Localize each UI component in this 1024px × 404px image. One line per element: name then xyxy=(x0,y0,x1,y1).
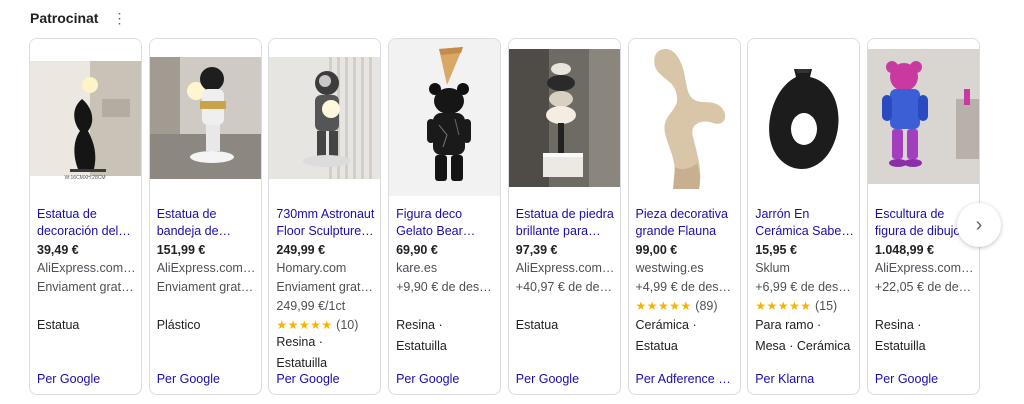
product-info: Figura deco Gelato Bear… 69,90 € kare.es… xyxy=(396,206,495,297)
product-attribute: Resina · xyxy=(276,335,323,349)
product-price: 69,90 € xyxy=(396,243,438,257)
product-attributes: Cerámica · Estatua xyxy=(636,315,735,357)
provider-link[interactable]: Per Google xyxy=(516,372,615,386)
product-info: Estatua de decoración del… 39,49 € AliEx… xyxy=(37,206,136,297)
product-name[interactable]: Figura deco Gelato Bear… xyxy=(396,206,495,240)
product-info: 730mm Astronaut Floor Sculpture… 249,99 … xyxy=(276,206,375,335)
product-attribute: Para ramo · xyxy=(755,318,822,332)
product-image[interactable] xyxy=(867,39,979,196)
product-shipping: +9,90 € de des… xyxy=(396,280,492,294)
product-store: AliExpress.com… xyxy=(156,261,256,275)
image-caption: W:16CMXH:28CM xyxy=(64,175,105,181)
review-count: (15) xyxy=(814,299,838,313)
product-rating: ★★★★★ (15) xyxy=(755,297,854,316)
product-attribute: Resina · xyxy=(874,318,922,332)
product-shipping: +4,99 € de des… xyxy=(635,280,732,294)
review-count: (10) xyxy=(336,318,359,332)
product-attribute: Mesa · Cerámica xyxy=(755,339,851,353)
product-name[interactable]: Pieza decorativa grande Flauna xyxy=(636,206,735,240)
provider-link[interactable]: Per Google xyxy=(37,372,136,386)
product-shipping: +22,05 € de des… xyxy=(874,280,974,294)
product-card[interactable]: Figura deco Gelato Bear… 69,90 € kare.es… xyxy=(388,38,502,395)
product-attributes: Resina · Estatuilla xyxy=(396,315,495,357)
product-attribute: Resina · xyxy=(396,318,443,332)
product-name[interactable]: Jarrón En Cerámica Sabe… xyxy=(755,206,854,240)
product-card[interactable]: 730mm Astronaut Floor Sculpture… 249,99 … xyxy=(268,38,382,395)
provider-link[interactable]: Per Google xyxy=(875,372,974,386)
product-card[interactable]: W:16CMXH:28CM Estatua de decoración del…… xyxy=(29,38,142,395)
provider-link[interactable]: Per Google xyxy=(276,372,375,386)
product-info: Jarrón En Cerámica Sabe… 15,95 € Sklum +… xyxy=(755,206,854,316)
product-shipping: +40,97 € de des… xyxy=(515,280,615,294)
sponsored-header: Patrocinat ⋮ xyxy=(30,8,126,28)
product-card[interactable]: Jarrón En Cerámica Sabe… 15,95 € Sklum +… xyxy=(747,38,861,395)
product-price: 15,95 € xyxy=(755,243,797,257)
product-attribute: Estatua xyxy=(635,339,678,353)
product-attribute: Cerámica · xyxy=(635,318,697,332)
review-count: (89) xyxy=(695,299,718,313)
product-unit-price: 249,99 €/1ct xyxy=(276,299,346,313)
product-card[interactable]: Estatua de bandeja de… 151,99 € AliExpre… xyxy=(148,38,262,395)
product-attribute: Estatuilla xyxy=(276,356,328,370)
product-attributes: Plástico xyxy=(157,315,256,336)
provider-link[interactable]: Per Google xyxy=(157,372,256,386)
product-price: 39,49 € xyxy=(37,243,79,257)
star-rating-icon: ★★★★★ xyxy=(276,318,333,332)
product-store: Sklum xyxy=(755,261,790,275)
product-attribute: Estatuilla xyxy=(874,339,926,353)
product-attributes: Estatua xyxy=(516,315,615,336)
provider-link[interactable]: Per Adference … xyxy=(636,372,735,386)
product-attribute: Estatua xyxy=(515,318,559,332)
carousel-next-button[interactable]: › xyxy=(957,203,1001,247)
product-image[interactable] xyxy=(508,39,620,196)
star-rating-icon: ★★★★★ xyxy=(755,299,812,313)
product-image[interactable] xyxy=(149,39,261,196)
product-shipping: Enviament grat… xyxy=(156,280,254,294)
product-name[interactable]: Estatua de decoración del… xyxy=(37,206,136,240)
product-attributes: Resina · Estatuilla xyxy=(276,332,375,374)
product-image[interactable] xyxy=(628,39,740,196)
product-attribute: Estatua xyxy=(37,318,80,332)
product-image[interactable] xyxy=(748,39,860,196)
product-store: Homary.com xyxy=(276,261,347,275)
product-price: 151,99 € xyxy=(156,243,206,257)
product-shipping: +6,99 € de des… xyxy=(755,280,851,294)
product-info: Estatua de piedra brillante para… 97,39 … xyxy=(516,206,615,297)
product-shipping: Enviament grat… xyxy=(37,280,134,294)
product-name[interactable]: Estatua de piedra brillante para… xyxy=(516,206,615,240)
product-image[interactable] xyxy=(389,39,501,196)
sponsored-label: Patrocinat xyxy=(30,10,99,26)
product-info: Pieza decorativa grande Flauna 99,00 € w… xyxy=(636,206,735,316)
product-attribute: Estatuilla xyxy=(396,339,447,353)
product-price: 97,39 € xyxy=(515,243,558,257)
product-rating: ★★★★★ (89) xyxy=(636,297,735,316)
product-name[interactable]: 730mm Astronaut Floor Sculpture… xyxy=(276,206,375,240)
product-image[interactable]: W:16CMXH:28CM xyxy=(30,39,141,196)
chevron-right-icon: › xyxy=(975,213,983,236)
product-card[interactable]: Estatua de piedra brillante para… 97,39 … xyxy=(507,38,621,395)
product-store: AliExpress.com… xyxy=(37,261,136,275)
provider-link[interactable]: Per Google xyxy=(396,372,495,386)
product-name[interactable]: Estatua de bandeja de… xyxy=(157,206,256,240)
product-store: AliExpress.com… xyxy=(515,261,615,275)
product-store: kare.es xyxy=(396,261,438,275)
product-attributes: Estatua xyxy=(37,315,136,336)
product-store: westwing.es xyxy=(635,261,704,275)
product-info: Estatua de bandeja de… 151,99 € AliExpre… xyxy=(157,206,256,297)
product-attribute: Plástico xyxy=(156,318,201,332)
provider-link[interactable]: Per Klarna xyxy=(755,372,854,386)
product-image[interactable] xyxy=(269,39,381,196)
product-price: 99,00 € xyxy=(635,243,678,257)
product-price: 249,99 € xyxy=(276,243,326,257)
product-shipping: Enviament grat… xyxy=(276,280,373,294)
product-store: AliExpress.com… xyxy=(874,261,974,275)
product-card[interactable]: Pieza decorativa grande Flauna 99,00 € w… xyxy=(627,38,741,395)
product-attributes: Para ramo · Mesa · Cerámica xyxy=(755,315,854,357)
more-options-icon[interactable]: ⋮ xyxy=(112,11,126,25)
product-price: 1.048,99 € xyxy=(874,243,934,257)
product-attributes: Resina · Estatuilla xyxy=(875,315,974,357)
star-rating-icon: ★★★★★ xyxy=(635,299,692,313)
